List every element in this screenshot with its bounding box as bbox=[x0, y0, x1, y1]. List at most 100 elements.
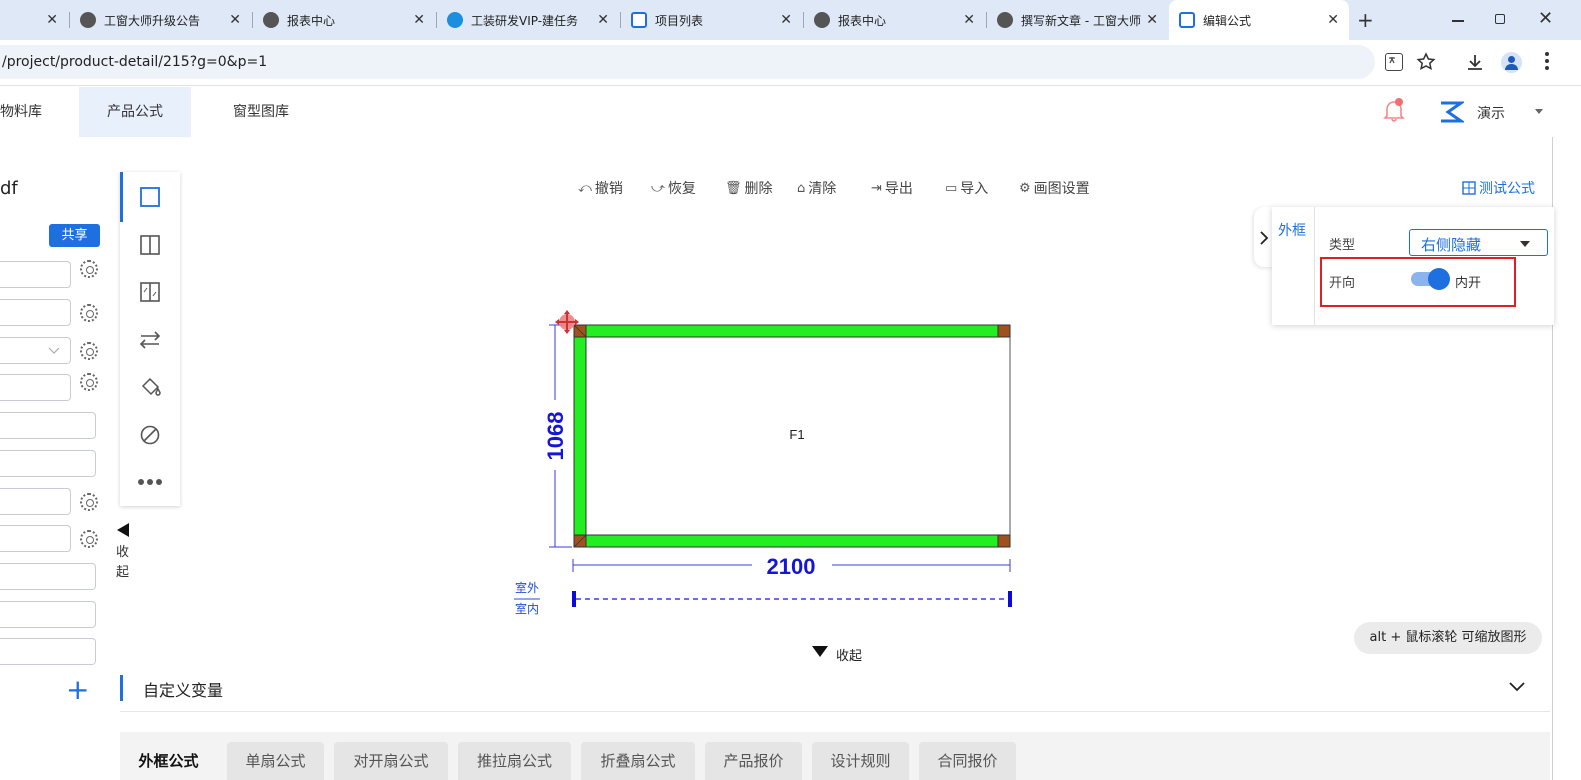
frame-top-bar[interactable] bbox=[573, 324, 1011, 338]
tab-close-icon[interactable]: ✕ bbox=[413, 12, 425, 28]
param-input[interactable] bbox=[0, 638, 96, 665]
param-input[interactable] bbox=[0, 488, 71, 515]
window-close-icon[interactable]: ✕ bbox=[1538, 8, 1553, 29]
tab-close-icon[interactable]: ✕ bbox=[780, 12, 792, 28]
tab-frame-formula[interactable]: 外框公式 bbox=[120, 742, 217, 780]
outside-label: 室外 bbox=[515, 580, 539, 595]
collapse-side-label[interactable]: 收 起 bbox=[116, 543, 130, 583]
param-input[interactable] bbox=[0, 261, 71, 288]
import-button[interactable]: ▭ 导入 bbox=[945, 178, 988, 198]
minimize-icon[interactable] bbox=[1452, 20, 1464, 22]
tab-close-icon[interactable]: ✕ bbox=[1146, 12, 1158, 28]
tab-close-icon[interactable]: ✕ bbox=[229, 12, 241, 28]
tab-close-icon[interactable]: ✕ bbox=[597, 12, 609, 28]
test-formula-button[interactable]: 测试公式 bbox=[1462, 178, 1535, 198]
gear-icon[interactable] bbox=[80, 260, 98, 278]
browser-tab-0[interactable]: ✕ bbox=[0, 0, 68, 40]
new-tab-button[interactable]: + bbox=[1357, 8, 1374, 32]
tab-title: 编辑公式 bbox=[1203, 13, 1252, 28]
param-input[interactable] bbox=[0, 525, 71, 552]
tab-single-sash-formula[interactable]: 单扇公式 bbox=[227, 742, 324, 780]
gear-icon[interactable] bbox=[80, 530, 98, 548]
browser-tab-3[interactable]: 工装研发VIP-建任务 ✕ bbox=[437, 0, 619, 40]
nav-item-window-gallery[interactable]: 窗型图库 bbox=[205, 87, 317, 137]
tab-close-icon[interactable]: ✕ bbox=[1327, 12, 1339, 28]
undo-button[interactable]: ⤺ 撤销 bbox=[578, 178, 623, 198]
tab-close-icon[interactable]: ✕ bbox=[46, 12, 58, 28]
add-param-button[interactable]: + bbox=[66, 674, 89, 706]
browser-tab-2[interactable]: 报表中心 ✕ bbox=[253, 0, 435, 40]
param-select[interactable] bbox=[0, 337, 71, 364]
url-bar[interactable]: /project/product-detail/215?g=0&p=1 bbox=[0, 45, 1375, 79]
param-input[interactable] bbox=[0, 412, 96, 439]
tab-design-rules[interactable]: 设计规则 bbox=[812, 742, 909, 780]
browser-menu-icon[interactable] bbox=[1545, 52, 1549, 72]
translate-icon[interactable] bbox=[1385, 53, 1403, 71]
custom-variable-title: 自定义变量 bbox=[143, 681, 224, 700]
double-sash-tool[interactable] bbox=[120, 269, 180, 315]
frame-tool[interactable] bbox=[120, 174, 180, 220]
browser-tab-4[interactable]: 项目列表 ✕ bbox=[621, 0, 802, 40]
frame-bottom-bar[interactable] bbox=[573, 534, 1011, 548]
redo-button[interactable]: ⤻ 恢复 bbox=[651, 178, 696, 198]
gear-icon[interactable] bbox=[80, 304, 98, 322]
width-label[interactable]: 2100 bbox=[767, 554, 816, 579]
type-select-value: 右侧隐藏 bbox=[1421, 236, 1482, 254]
param-input[interactable] bbox=[0, 374, 71, 401]
direction-toggle[interactable] bbox=[1411, 268, 1450, 290]
sigma-logo-icon bbox=[1441, 101, 1464, 123]
zoom-hint: alt + 鼠标滚轮 可缩放图形 bbox=[1354, 622, 1542, 654]
drawing-settings-button[interactable]: ⚙ 画图设置 bbox=[1019, 178, 1090, 198]
trash-icon: 🗑 bbox=[725, 180, 742, 196]
user-name[interactable]: 演示 bbox=[1477, 103, 1505, 123]
tab-frame[interactable]: 外框 bbox=[1278, 220, 1306, 240]
tab-product-quote[interactable]: 产品报价 bbox=[705, 742, 802, 780]
tab-double-sash-formula[interactable]: 对开扇公式 bbox=[334, 742, 448, 780]
chevron-down-icon[interactable] bbox=[1508, 681, 1526, 693]
fill-tool[interactable] bbox=[120, 364, 180, 410]
notification-bell-icon[interactable] bbox=[1383, 98, 1405, 122]
nav-item-product-formula[interactable]: 产品公式 bbox=[79, 87, 191, 137]
panel-toggle[interactable] bbox=[1254, 207, 1274, 267]
sliding-tool[interactable] bbox=[120, 317, 180, 363]
collapse-left-icon[interactable] bbox=[117, 523, 129, 537]
gear-icon[interactable] bbox=[80, 342, 98, 360]
gear-icon[interactable] bbox=[80, 493, 98, 511]
param-input[interactable] bbox=[0, 601, 96, 628]
tab-close-icon[interactable]: ✕ bbox=[963, 12, 975, 28]
more-tools[interactable] bbox=[120, 459, 180, 505]
direction-label: 开向 bbox=[1329, 276, 1356, 291]
profile-avatar-icon[interactable] bbox=[1501, 52, 1522, 73]
tab-sliding-sash-formula[interactable]: 推拉扇公式 bbox=[458, 742, 571, 780]
bookmark-star-icon[interactable] bbox=[1416, 52, 1436, 72]
page-scrollbar[interactable] bbox=[1552, 87, 1553, 780]
section-indicator bbox=[120, 675, 123, 701]
clear-button[interactable]: ⌂ 清除 bbox=[797, 178, 836, 198]
collapse-bottom-label[interactable]: 收起 bbox=[836, 645, 862, 664]
browser-tab-6[interactable]: 撰写新文章 - 工窗大师 ✕ bbox=[987, 0, 1168, 40]
export-button[interactable]: ⇥ 导出 bbox=[871, 178, 913, 198]
gear-icon[interactable] bbox=[80, 373, 98, 391]
tab-folding-sash-formula[interactable]: 折叠扇公式 bbox=[581, 742, 695, 780]
param-input[interactable] bbox=[0, 450, 96, 477]
disable-tool[interactable] bbox=[120, 412, 180, 458]
collapse-down-icon[interactable] bbox=[812, 646, 828, 657]
delete-button[interactable]: 🗑 删除 bbox=[725, 178, 773, 198]
chevron-down-icon[interactable] bbox=[1535, 109, 1543, 114]
type-select[interactable]: 右侧隐藏 bbox=[1409, 229, 1548, 256]
share-button[interactable]: 共享 bbox=[49, 224, 100, 247]
nav-item-materials[interactable]: 物料库 bbox=[0, 87, 50, 137]
param-input[interactable] bbox=[0, 563, 96, 590]
folder-open-icon: ▭ bbox=[945, 180, 958, 196]
window-drawing-canvas[interactable]: 1068 F1 2100 室外 室内 bbox=[500, 300, 1040, 630]
browser-tab-7-active[interactable]: 编辑公式 ✕ bbox=[1169, 0, 1349, 40]
split-tool[interactable] bbox=[120, 222, 180, 268]
restore-icon[interactable] bbox=[1495, 14, 1505, 24]
param-input[interactable] bbox=[0, 299, 71, 326]
browser-tab-5[interactable]: 报表中心 ✕ bbox=[804, 0, 985, 40]
height-label[interactable]: 1068 bbox=[543, 412, 568, 461]
browser-tab-1[interactable]: 工窗大师升级公告 ✕ bbox=[70, 0, 251, 40]
frame-left-bar[interactable] bbox=[573, 324, 587, 548]
tab-contract-quote[interactable]: 合同报价 bbox=[919, 742, 1016, 780]
download-icon[interactable] bbox=[1465, 52, 1485, 72]
